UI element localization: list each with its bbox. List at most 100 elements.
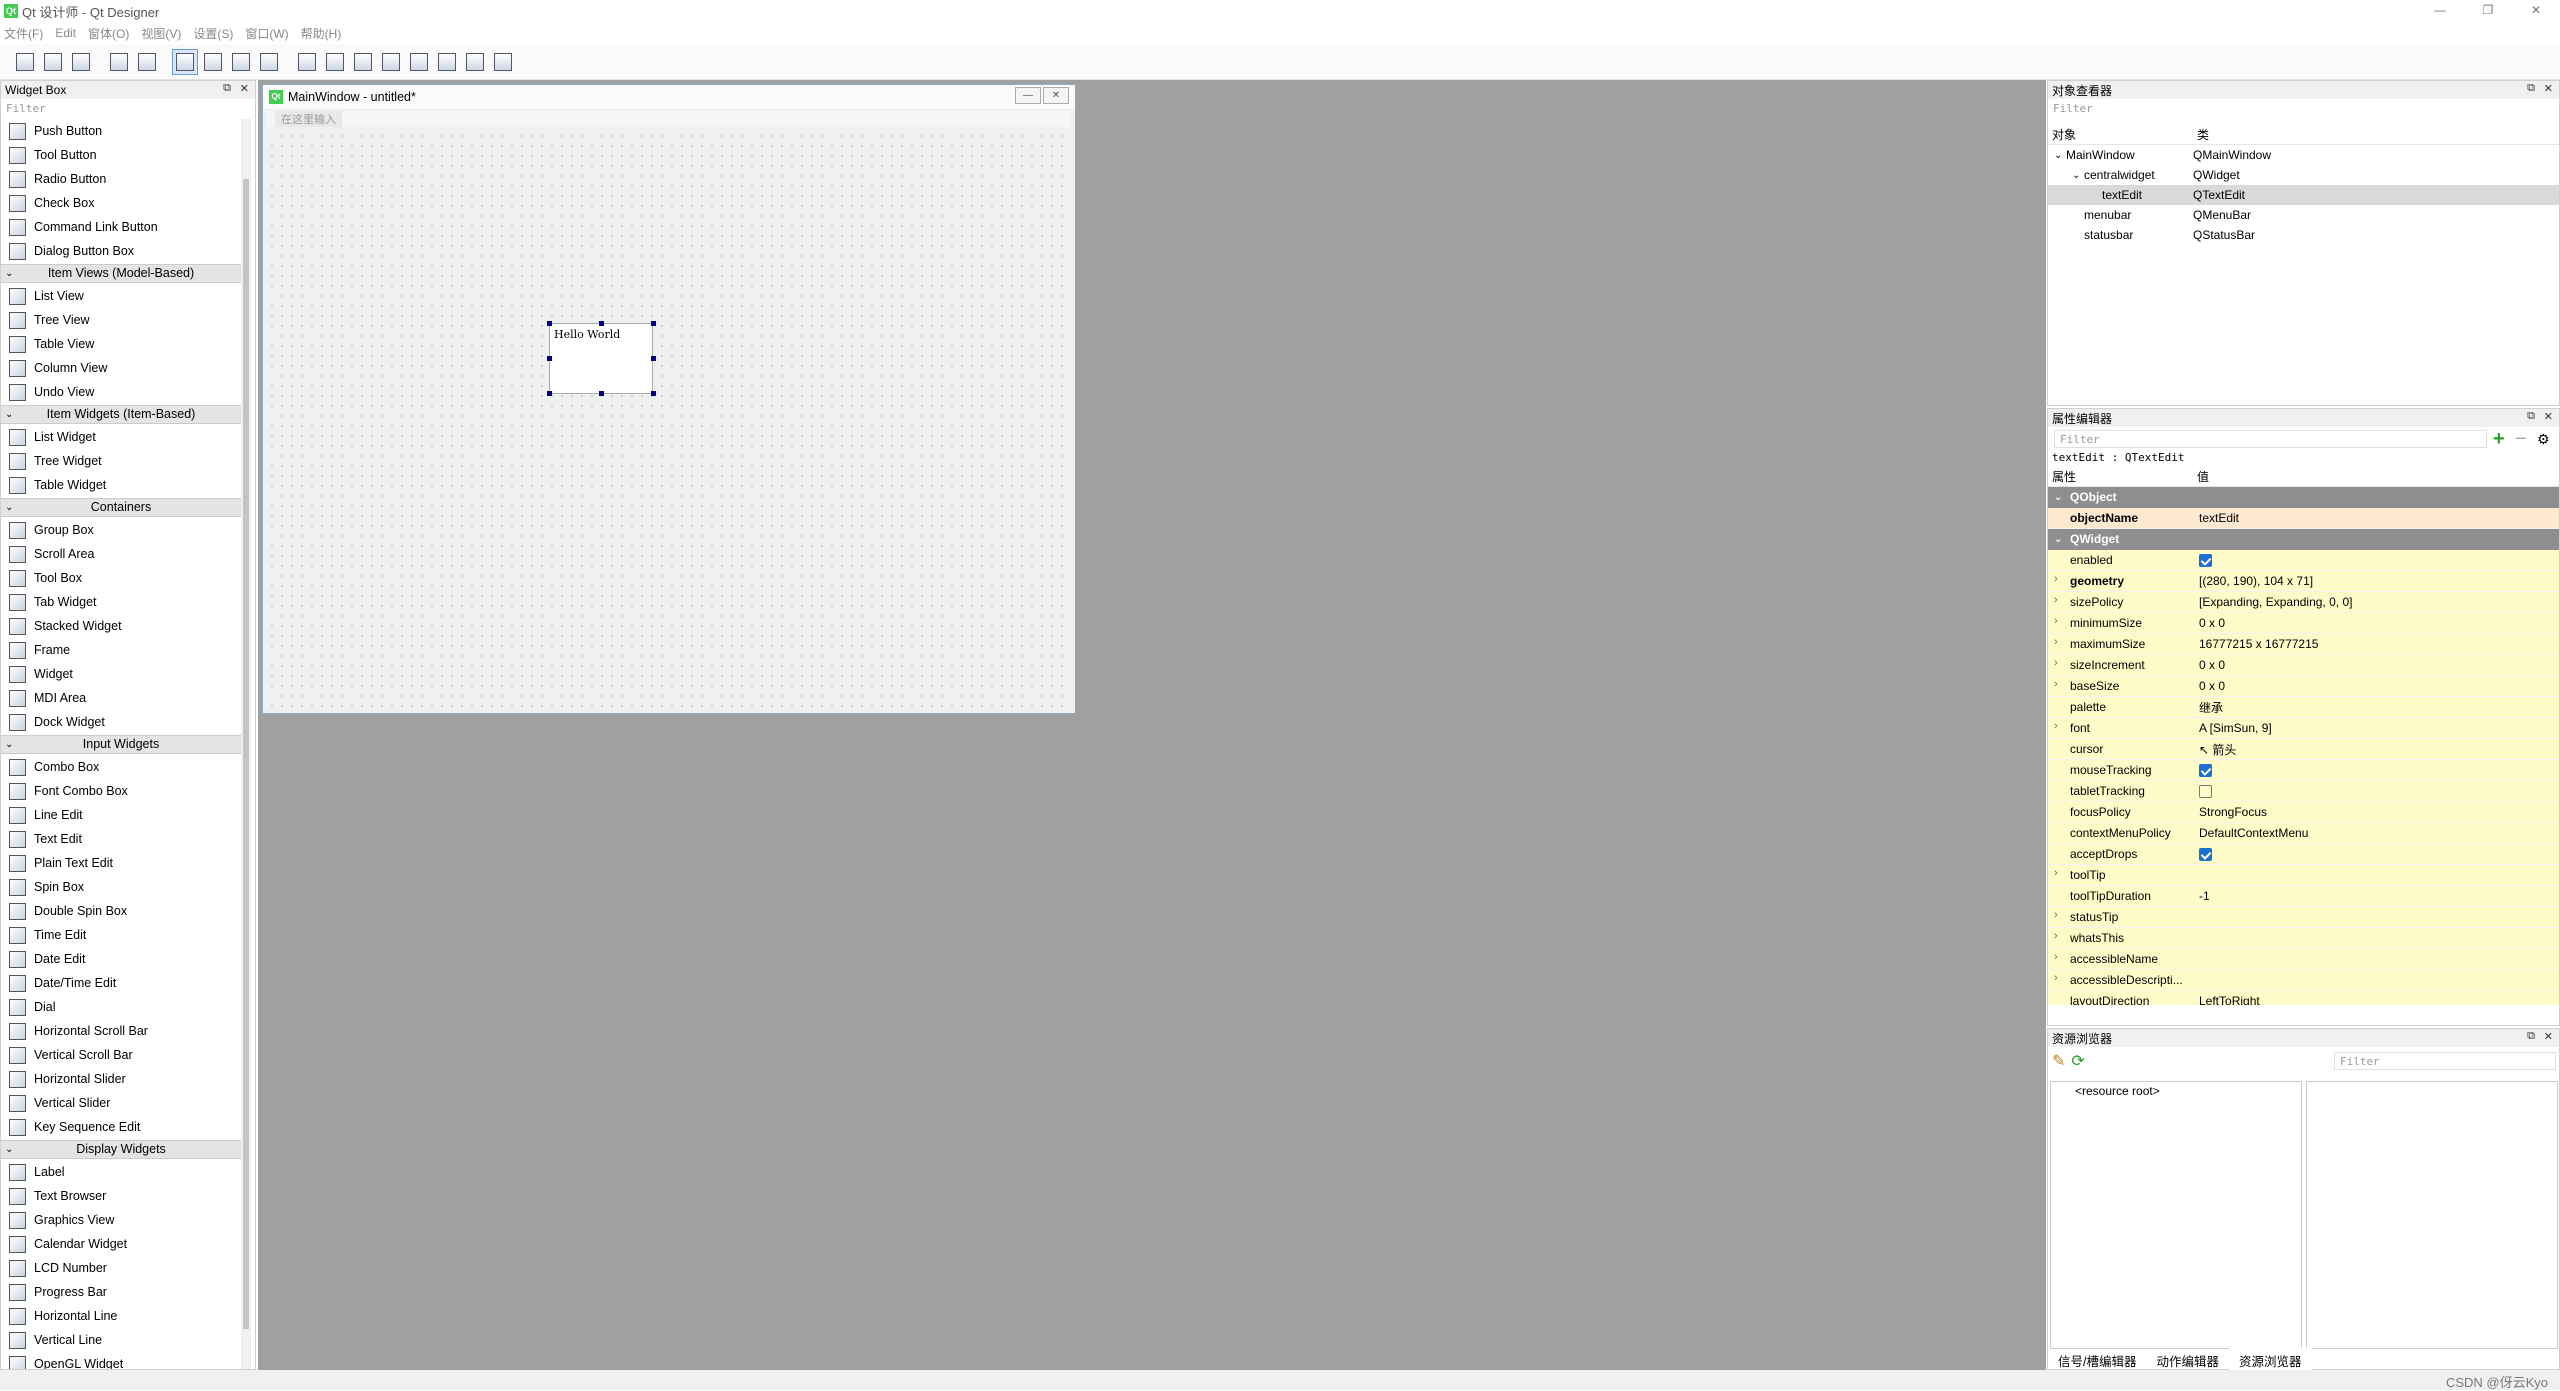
expand-icon[interactable]: ›: [2054, 594, 2058, 606]
send-to-back-icon[interactable]: [106, 49, 132, 75]
widget-item[interactable]: Vertical Line: [1, 1328, 241, 1352]
maximize-button[interactable]: ❐: [2464, 0, 2512, 22]
widget-item[interactable]: Horizontal Scroll Bar: [1, 1019, 241, 1043]
widget-item[interactable]: Group Box: [1, 518, 241, 542]
widget-item[interactable]: Table Widget: [1, 473, 241, 497]
minimize-button[interactable]: —: [2416, 0, 2464, 22]
property-row[interactable]: contextMenuPolicy DefaultContextMenu: [2048, 823, 2559, 844]
expand-icon[interactable]: ›: [2054, 867, 2058, 879]
widget-item[interactable]: Double Spin Box: [1, 899, 241, 923]
property-row[interactable]: palette 继承: [2048, 697, 2559, 718]
widget-item[interactable]: Widget: [1, 662, 241, 686]
menu-placeholder[interactable]: 在这里输入: [275, 111, 342, 127]
tab-resource-browser[interactable]: 资源浏览器: [2229, 1348, 2312, 1370]
form-close-button[interactable]: ✕: [1043, 87, 1069, 104]
close-icon[interactable]: ✕: [2544, 410, 2553, 423]
property-row[interactable]: › sizeIncrement 0 x 0: [2048, 655, 2559, 676]
property-row[interactable]: › minimumSize 0 x 0: [2048, 613, 2559, 634]
menu-settings[interactable]: 设置(S): [193, 25, 233, 42]
layout-form-icon[interactable]: [434, 49, 460, 75]
property-value[interactable]: textEdit: [2195, 511, 2559, 525]
property-value[interactable]: ↖ 箭头: [2195, 741, 2559, 758]
widget-item[interactable]: Dock Widget: [1, 710, 241, 734]
object-tree-row[interactable]: textEdit QTextEdit: [2048, 185, 2559, 205]
checkbox[interactable]: [2199, 848, 2212, 862]
widget-item[interactable]: Dial: [1, 995, 241, 1019]
widget-item[interactable]: Horizontal Slider: [1, 1067, 241, 1091]
widget-item[interactable]: Tool Box: [1, 566, 241, 590]
menu-window[interactable]: 窗口(W): [245, 25, 288, 42]
property-value[interactable]: [Expanding, Expanding, 0, 0]: [2195, 595, 2559, 609]
widget-item[interactable]: Line Edit: [1, 803, 241, 827]
widget-item[interactable]: MDI Area: [1, 686, 241, 710]
property-value[interactable]: A [SimSun, 9]: [2195, 721, 2559, 735]
widget-item[interactable]: Check Box: [1, 191, 241, 215]
close-icon[interactable]: ✕: [240, 82, 249, 95]
break-layout-icon[interactable]: [462, 49, 488, 75]
widget-category[interactable]: ⌄ Input Widgets: [1, 735, 241, 754]
widget-category[interactable]: ⌄ Display Widgets: [1, 1140, 241, 1159]
close-icon[interactable]: ✕: [2544, 82, 2553, 95]
property-row[interactable]: › baseSize 0 x 0: [2048, 676, 2559, 697]
close-icon[interactable]: ✕: [2544, 1030, 2553, 1043]
property-row[interactable]: › sizePolicy [Expanding, Expanding, 0, 0]: [2048, 592, 2559, 613]
property-row[interactable]: tabletTracking: [2048, 781, 2559, 802]
widget-item[interactable]: Table View: [1, 332, 241, 356]
widget-item[interactable]: Tree Widget: [1, 449, 241, 473]
checkbox[interactable]: [2199, 554, 2212, 568]
resize-handle-br[interactable]: [651, 391, 656, 396]
property-value[interactable]: [2195, 763, 2559, 778]
add-property-icon[interactable]: +: [2493, 428, 2515, 451]
checkbox[interactable]: [2199, 764, 2212, 778]
widget-item[interactable]: Label: [1, 1160, 241, 1184]
property-row[interactable]: objectName textEdit: [2048, 508, 2559, 529]
expand-icon[interactable]: ›: [2054, 615, 2058, 627]
resize-handle-t[interactable]: [599, 321, 604, 326]
close-button[interactable]: ✕: [2512, 0, 2560, 22]
resource-root[interactable]: <resource root>: [2075, 1084, 2160, 1098]
widget-category[interactable]: ⌄ Containers: [1, 498, 241, 517]
property-row[interactable]: › statusTip: [2048, 907, 2559, 928]
property-row[interactable]: enabled: [2048, 550, 2559, 571]
edit-resources-icon[interactable]: ✎: [2052, 1051, 2065, 1071]
property-row[interactable]: mouseTracking: [2048, 760, 2559, 781]
expand-icon[interactable]: ›: [2054, 657, 2058, 669]
property-value[interactable]: -1: [2195, 889, 2559, 903]
widget-item[interactable]: Vertical Slider: [1, 1091, 241, 1115]
scrollbar-thumb[interactable]: [243, 179, 249, 1329]
tab-action-editor[interactable]: 动作编辑器: [2146, 1348, 2229, 1370]
object-tree-row[interactable]: menubar QMenuBar: [2048, 205, 2559, 225]
property-row[interactable]: acceptDrops: [2048, 844, 2559, 865]
menu-file[interactable]: 文件(F): [4, 25, 43, 42]
tab-signal-slot-editor[interactable]: 信号/槽编辑器: [2048, 1348, 2146, 1370]
open-icon[interactable]: [40, 49, 66, 75]
layout-horizontal-icon[interactable]: [294, 49, 320, 75]
resource-tree[interactable]: <resource root>: [2050, 1081, 2302, 1349]
property-value[interactable]: 继承: [2195, 699, 2559, 716]
property-value[interactable]: 16777215 x 16777215: [2195, 637, 2559, 651]
resource-content-view[interactable]: [2306, 1081, 2558, 1349]
save-icon[interactable]: [68, 49, 94, 75]
property-value[interactable]: LeftToRight: [2195, 994, 2559, 1005]
adjust-size-icon[interactable]: [490, 49, 516, 75]
property-group[interactable]: ⌄ QWidget: [2048, 529, 2559, 550]
widget-item[interactable]: LCD Number: [1, 1256, 241, 1280]
widget-item[interactable]: List Widget: [1, 425, 241, 449]
resize-handle-r[interactable]: [651, 356, 656, 361]
float-icon[interactable]: ⧉: [2527, 82, 2535, 95]
menu-view[interactable]: 视图(V): [141, 25, 181, 42]
widget-item[interactable]: Combo Box: [1, 755, 241, 779]
object-inspector-filter[interactable]: Filter: [2048, 99, 2559, 117]
widget-item[interactable]: Stacked Widget: [1, 614, 241, 638]
widget-item[interactable]: Vertical Scroll Bar: [1, 1043, 241, 1067]
widget-item[interactable]: List View: [1, 284, 241, 308]
property-row[interactable]: › font A [SimSun, 9]: [2048, 718, 2559, 739]
property-row[interactable]: › whatsThis: [2048, 928, 2559, 949]
form-menubar[interactable]: 在这里输入: [267, 111, 1071, 127]
property-row[interactable]: › toolTip: [2048, 865, 2559, 886]
resize-handle-tr[interactable]: [651, 321, 656, 326]
widget-item[interactable]: Scroll Area: [1, 542, 241, 566]
widget-item[interactable]: Progress Bar: [1, 1280, 241, 1304]
menu-form[interactable]: 窗体(O): [88, 25, 129, 42]
widget-item[interactable]: Calendar Widget: [1, 1232, 241, 1256]
